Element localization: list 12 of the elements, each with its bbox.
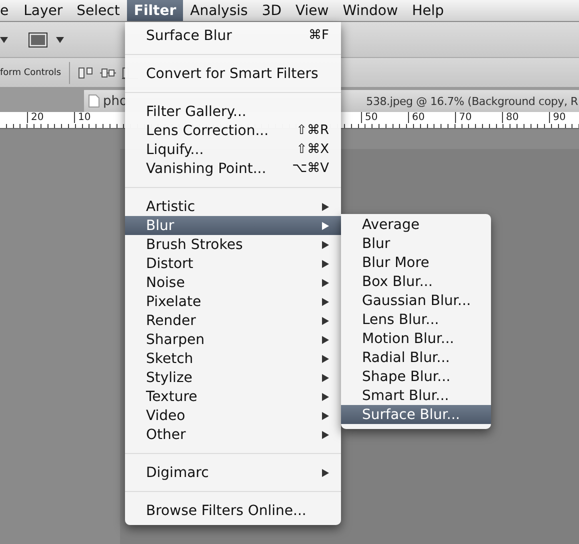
ruler-label: 60	[408, 112, 425, 123]
ruler-label: 10	[74, 112, 91, 123]
ruler-label: 80	[502, 112, 519, 123]
ruler-label: 70	[455, 112, 472, 123]
shortcut-label: ⌘F	[308, 28, 329, 43]
shortcut-label: ⇧⌘X	[296, 142, 329, 157]
ruler-label: 50	[361, 112, 378, 123]
ruler-label: 90	[549, 112, 566, 123]
shortcut-label: ⇧⌘R	[296, 123, 329, 138]
document-title: 538.jpeg @ 16.7% (Background copy, R	[366, 94, 579, 108]
shortcut-label: ⌥⌘V	[292, 161, 329, 176]
ruler-label: 20	[27, 112, 44, 123]
